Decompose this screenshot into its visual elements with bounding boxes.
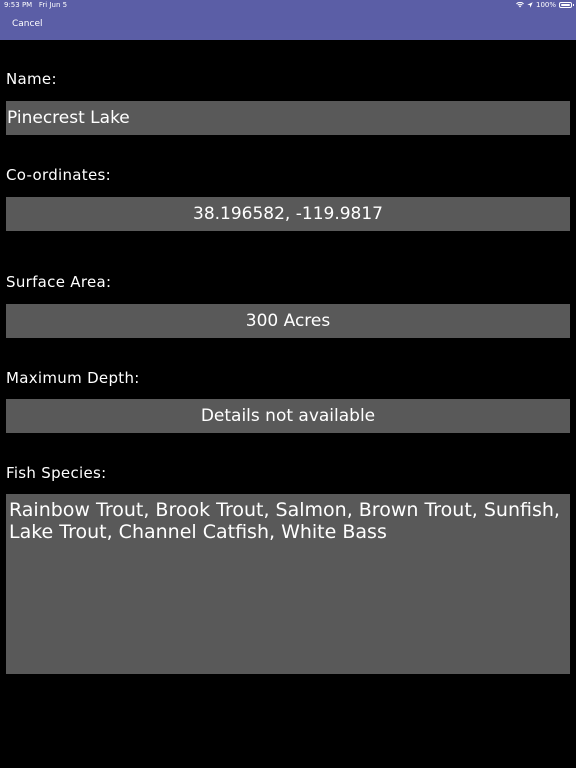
coordinates-value: 38.196582, -119.9817: [193, 204, 383, 224]
name-label: Name:: [6, 70, 57, 88]
status-date: Fri Jun 5: [38, 1, 68, 9]
coordinates-field[interactable]: 38.196582, -119.9817: [6, 197, 570, 231]
status-bar-indicators: 100%: [516, 1, 574, 9]
status-time: 9:53 PM: [4, 1, 33, 9]
fish-species-value: Rainbow Trout, Brook Trout, Salmon, Brow…: [9, 499, 560, 543]
name-value: Pinecrest Lake: [7, 108, 130, 128]
navigation-bar: 9:53 PM Fri Jun 5 100% Cancel: [0, 0, 576, 40]
surface-area-label: Surface Area:: [6, 273, 112, 291]
lake-details-screen: 9:53 PM Fri Jun 5 100% Cancel Name: Pine…: [0, 0, 576, 768]
wifi-icon: [516, 2, 524, 8]
max-depth-value: Details not available: [200, 406, 376, 426]
battery-percentage: 100%: [535, 1, 556, 9]
location-arrow-icon: [527, 2, 533, 8]
max-depth-label: Maximum Depth:: [6, 369, 140, 387]
cancel-button[interactable]: Cancel: [12, 19, 43, 29]
coordinates-label: Co-ordinates:: [6, 166, 111, 184]
fish-species-label: Fish Species:: [6, 464, 107, 482]
status-bar-time: 9:53 PM Fri Jun 5: [4, 1, 67, 9]
surface-area-field[interactable]: 300 Acres: [6, 304, 570, 338]
battery-icon: [559, 2, 574, 8]
surface-area-value: 300 Acres: [245, 311, 331, 331]
max-depth-field[interactable]: Details not available: [6, 399, 570, 433]
name-field[interactable]: Pinecrest Lake: [6, 101, 570, 135]
fish-species-textarea[interactable]: Rainbow Trout, Brook Trout, Salmon, Brow…: [6, 494, 570, 674]
